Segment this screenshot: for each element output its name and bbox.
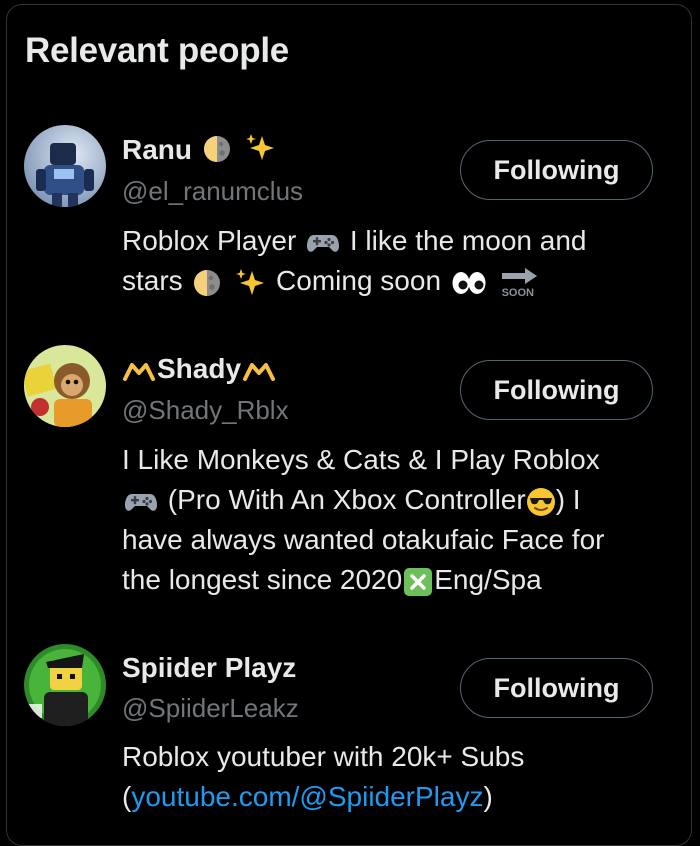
cross-mark-button-icon [404,567,433,596]
crown-mark-icon [243,362,276,381]
bio-text: Roblox youtuber with 20k+ Subs [122,741,525,772]
bio-text: I like the moon and [349,225,587,256]
following-button[interactable]: Following [460,140,653,200]
soon-label: SOON [501,286,534,299]
person-card-spiider[interactable]: Spiider Playz @SpiiderLeakz Following Ro… [7,642,691,842]
crown-mark-icon [123,362,155,381]
following-button[interactable]: Following [460,360,653,420]
person-name[interactable]: Shady [122,353,276,385]
game-controller-icon [125,493,157,511]
relevant-people-panel: Relevant people Ranu @el_ranumclus Follo… [6,4,692,846]
person-handle[interactable]: @el_ranumclus [122,176,303,207]
following-button[interactable]: Following [460,658,653,718]
bio-text: (Pro With An Xbox Controller [167,484,526,515]
bio-text: Roblox Player [122,225,297,256]
soon-arrow-icon: SOON [499,266,541,300]
bio-text: ) I [555,484,581,515]
bio-text: Coming soon [276,265,442,296]
avatar-image [24,345,106,427]
person-handle[interactable]: @SpiiderLeakz [122,693,299,724]
game-controller-icon [307,234,340,252]
avatar-image [24,125,106,207]
moon-icon [194,269,221,296]
sunglasses-face-icon [526,487,555,516]
person-name-text[interactable]: Shady [157,353,241,384]
bio-text: have always wanted otakufaic Face for [122,524,605,555]
person-bio: Roblox Player I like the moon and stars … [122,221,667,301]
bio-text: the longest since 2020 [122,564,403,595]
person-card-ranu[interactable]: Ranu @el_ranumclus Following Roblox Play… [7,123,691,313]
moon-icon [203,135,230,162]
bio-text: I Like Monkeys & Cats & I Play Roblox [122,444,600,475]
arrow-right-icon [501,267,537,284]
bio-text: stars [122,265,183,296]
avatar[interactable] [24,125,106,207]
eyes-icon [452,271,486,294]
section-title: Relevant people [25,31,289,70]
person-name[interactable]: Ranu [122,133,278,166]
avatar[interactable] [24,345,106,427]
bio-text: ) [483,781,493,812]
bio-text: ( [122,781,132,812]
person-name-text[interactable]: Ranu [122,134,192,165]
sparkles-icon [236,268,265,295]
avatar-image [24,644,106,726]
person-bio: Roblox youtuber with 20k+ Subs (youtube.… [122,737,667,817]
person-name[interactable]: Spiider Playz [122,652,296,684]
person-bio: I Like Monkeys & Cats & I Play Roblox (P… [122,440,667,600]
avatar[interactable] [24,644,106,726]
youtube-link[interactable]: youtube.com/@SpiiderPlayz [131,781,483,812]
sparkles-icon [245,133,274,160]
person-handle[interactable]: @Shady_Rblx [122,395,289,426]
person-card-shady[interactable]: Shady @Shady_Rblx Following I Like Monke… [7,343,691,603]
bio-text: Eng/Spa [434,564,542,595]
